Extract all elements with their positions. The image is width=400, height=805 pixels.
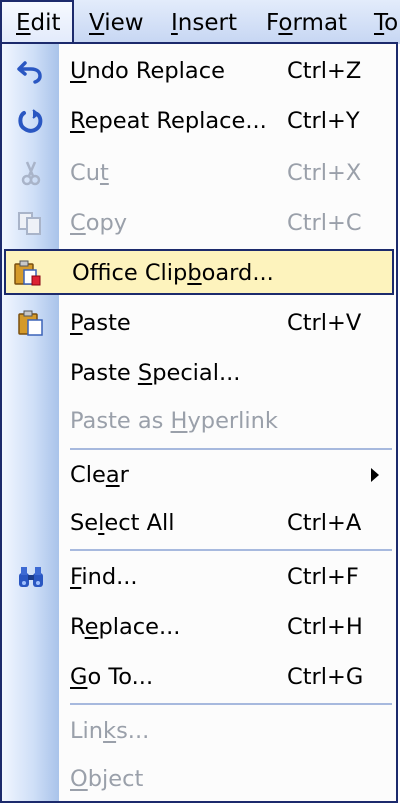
- menu-item-label: Undo Replace: [70, 58, 225, 84]
- undo-icon: [17, 61, 42, 84]
- menu-item-shortcut: Ctrl+V: [287, 310, 362, 336]
- menu-insert-accel: I: [171, 10, 178, 36]
- menu-item-label: Copy: [70, 210, 128, 236]
- menu-item-office-clipboard[interactable]: Office Clipboard...: [4, 249, 394, 295]
- repeat-icon: [18, 109, 43, 133]
- menu-item-label: Paste Special...: [70, 360, 241, 386]
- menu-item-label: Go To...: [70, 664, 154, 690]
- menu-item-go-to[interactable]: Go To... Ctrl+G: [2, 655, 396, 699]
- menu-insert-rest: nsert: [177, 10, 237, 36]
- menu-item-label: Links...: [70, 718, 150, 744]
- menu-view-rest: iew: [104, 10, 144, 36]
- menu-insert[interactable]: Insert: [171, 2, 237, 42]
- edit-menu-dropdown: Undo Replace Ctrl+Z Repeat Replace... Ct…: [0, 42, 398, 803]
- menu-item-repeat-replace[interactable]: Repeat Replace... Ctrl+Y: [2, 99, 396, 143]
- menu-item-shortcut: Ctrl+C: [287, 210, 362, 236]
- menu-item-replace[interactable]: Replace... Ctrl+H: [2, 605, 396, 649]
- menu-bar: Edit View Insert Format To: [0, 0, 400, 44]
- menu-item-shortcut: Ctrl+G: [287, 664, 364, 690]
- paste-icon: [18, 310, 43, 336]
- menu-item-label: Object: [70, 766, 144, 792]
- menu-item-shortcut: Ctrl+Y: [287, 108, 360, 134]
- menu-item-label: Find...: [70, 564, 138, 590]
- menu-tools[interactable]: To: [374, 2, 398, 42]
- menu-view-accel: V: [89, 10, 105, 36]
- submenu-arrow-icon: [371, 468, 379, 482]
- menu-view[interactable]: View: [89, 2, 144, 42]
- menu-separator: [70, 549, 392, 551]
- menu-item-copy[interactable]: Copy Ctrl+C: [2, 201, 396, 245]
- cut-icon: [21, 161, 41, 186]
- menu-item-shortcut: Ctrl+F: [287, 564, 359, 590]
- menu-separator: [70, 703, 392, 705]
- menu-item-label: Clear: [70, 462, 129, 488]
- find-icon: [19, 567, 43, 587]
- menu-item-label: Paste: [70, 310, 131, 336]
- menu-format-pre: F: [266, 10, 279, 36]
- menu-format-rest: rmat: [292, 10, 348, 36]
- menu-item-object[interactable]: Object: [2, 757, 396, 801]
- menu-item-label: Paste as Hyperlink: [70, 408, 278, 434]
- menu-item-label: Cut: [70, 160, 109, 186]
- menu-tools-rest: o: [384, 10, 399, 36]
- menu-item-select-all[interactable]: Select All Ctrl+A: [2, 501, 396, 545]
- menu-item-clear[interactable]: Clear: [2, 453, 396, 497]
- menu-item-label: Replace...: [70, 614, 181, 640]
- menu-item-find[interactable]: Find... Ctrl+F: [2, 555, 396, 599]
- menu-edit-rest: dit: [30, 10, 61, 36]
- menu-item-shortcut: Ctrl+X: [287, 160, 362, 186]
- menu-item-paste[interactable]: Paste Ctrl+V: [2, 301, 396, 345]
- menu-separator: [70, 448, 392, 450]
- menu-item-label: Select All: [70, 510, 175, 536]
- menu-format[interactable]: Format: [266, 2, 347, 42]
- office-clipboard-icon: [14, 260, 41, 286]
- menu-tools-accel: T: [374, 10, 385, 36]
- copy-icon: [18, 212, 41, 235]
- menu-edit-accel: E: [16, 10, 31, 36]
- menu-format-accel: o: [278, 10, 293, 36]
- menu-edit[interactable]: Edit: [0, 0, 74, 44]
- menu-item-undo-replace[interactable]: Undo Replace Ctrl+Z: [2, 49, 396, 93]
- menu-item-shortcut: Ctrl+A: [287, 510, 362, 536]
- menu-item-shortcut: Ctrl+H: [287, 614, 363, 640]
- menu-item-paste-as-hyperlink[interactable]: Paste as Hyperlink: [2, 399, 396, 443]
- menu-item-label: Repeat Replace...: [70, 108, 267, 134]
- menu-item-cut[interactable]: Cut Ctrl+X: [2, 151, 396, 195]
- menu-item-label: Office Clipboard...: [72, 260, 274, 286]
- menu-item-links[interactable]: Links...: [2, 709, 396, 753]
- menu-item-paste-special[interactable]: Paste Special...: [2, 351, 396, 395]
- menu-item-shortcut: Ctrl+Z: [287, 58, 362, 84]
